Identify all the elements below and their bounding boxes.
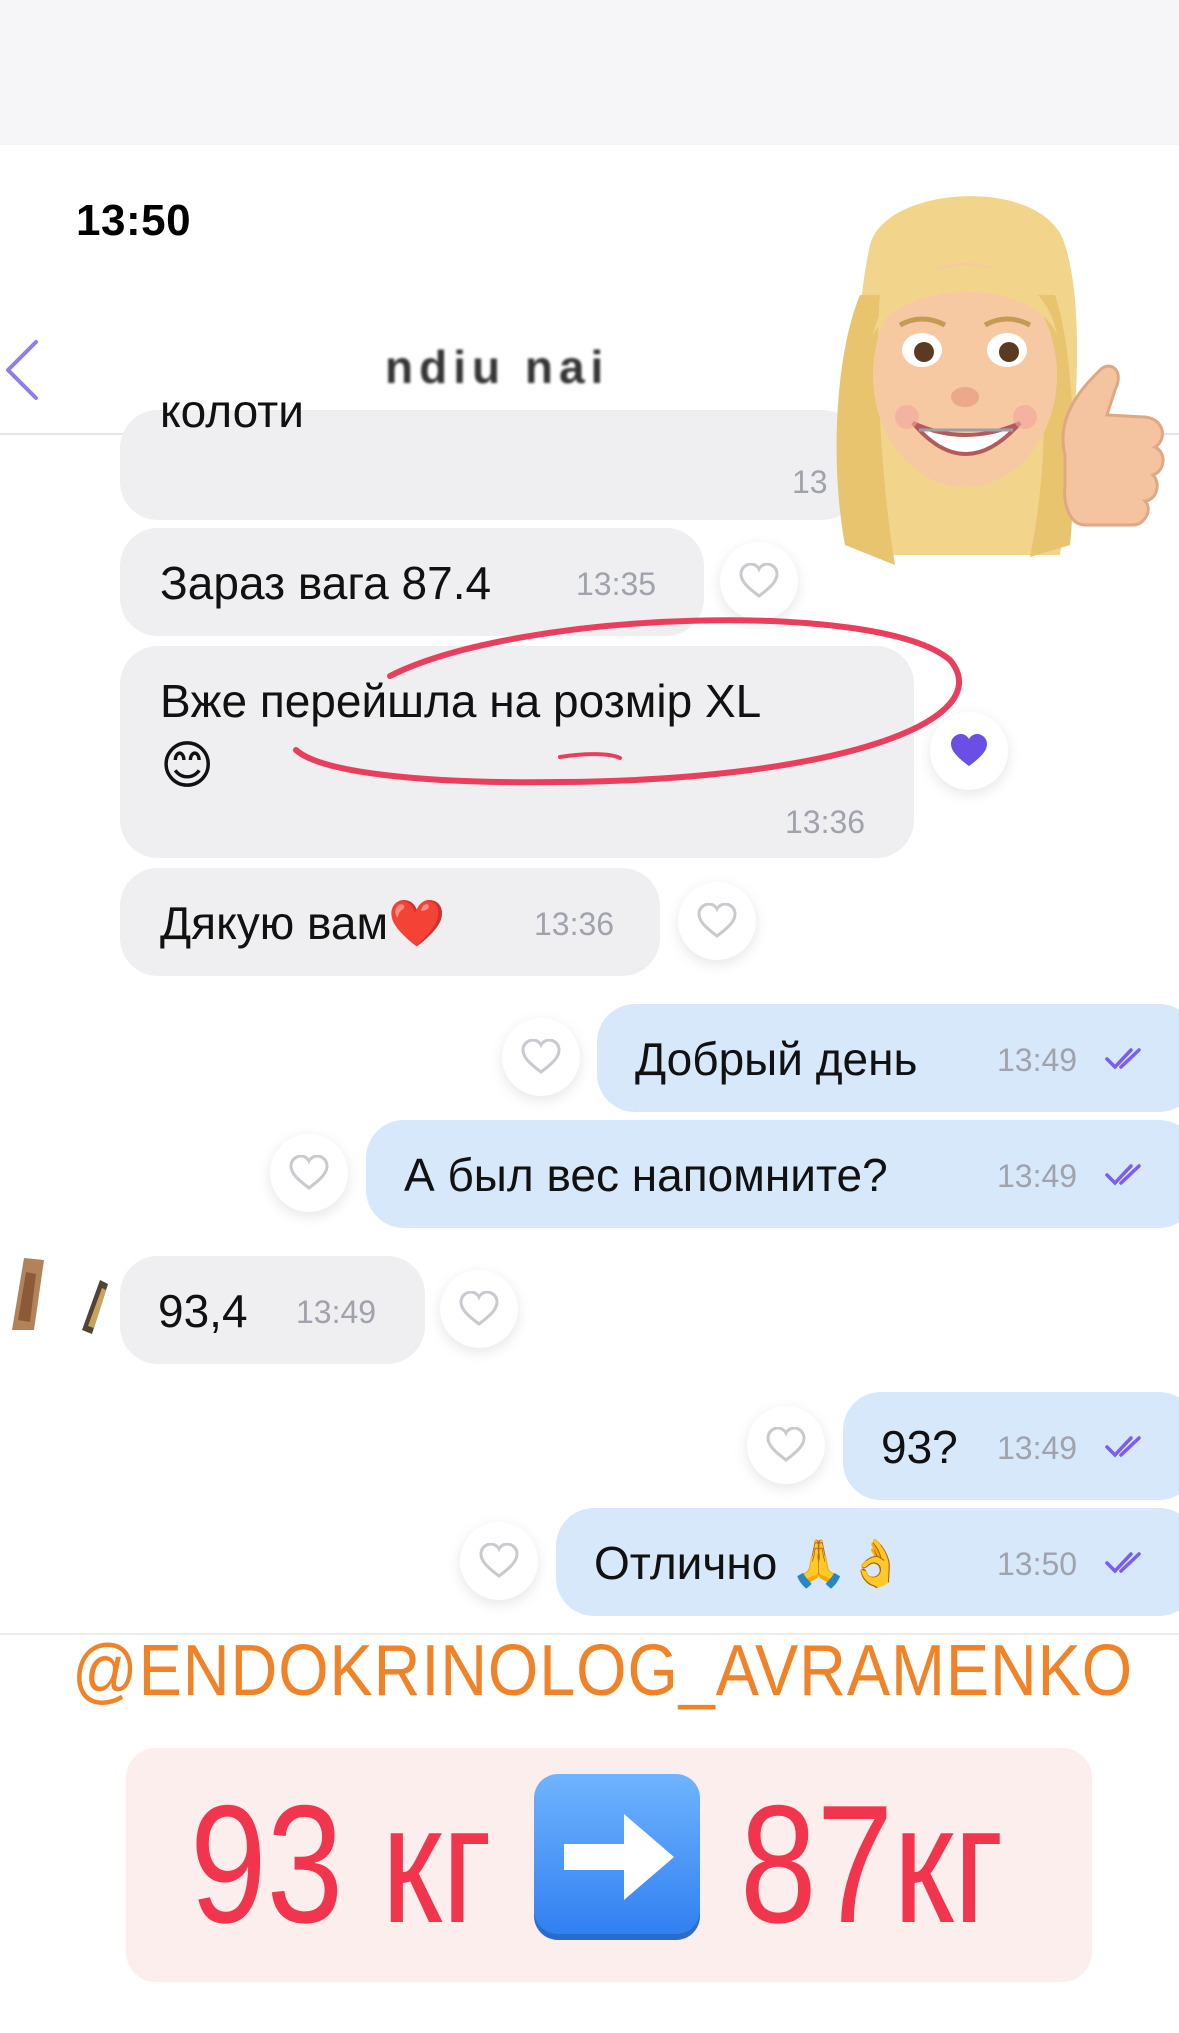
read-ticks-icon [1105, 1048, 1141, 1070]
heart-icon [521, 1039, 561, 1074]
like-button[interactable] [270, 1134, 348, 1212]
weight-result-banner: 93 кг 87кг [126, 1748, 1092, 1982]
like-button[interactable] [460, 1522, 538, 1600]
read-ticks-icon [1105, 1164, 1141, 1186]
like-button[interactable] [502, 1018, 580, 1096]
message-time: 13:49 [296, 1294, 377, 1330]
avatar-image [12, 1258, 108, 1334]
heart-icon [289, 1155, 329, 1190]
like-button[interactable] [720, 542, 798, 620]
heart-icon [459, 1291, 499, 1326]
back-button[interactable] [0, 330, 60, 410]
heart-icon [479, 1543, 519, 1578]
message-text: 93,4 [158, 1285, 248, 1337]
arrow-right-icon [534, 1774, 700, 1940]
heart-icon [766, 1427, 806, 1462]
heart-icon [739, 563, 779, 598]
message-time: 13:35 [576, 566, 657, 602]
like-button[interactable] [440, 1270, 518, 1348]
message-emoji: 😊 [160, 737, 215, 795]
message-time: 13:49 [997, 1042, 1078, 1078]
memoji-sticker [836, 196, 1165, 565]
chat-title[interactable]: ndiu nai [385, 340, 609, 394]
weight-before: 93 кг [190, 1770, 493, 1958]
message-time: 13:49 [997, 1430, 1078, 1466]
message-time: 13:36 [534, 906, 615, 942]
message-text: Дякую вам❤️ [160, 897, 446, 949]
message-time: 13:36 [785, 804, 866, 840]
purple-heart-icon [951, 734, 987, 766]
reaction-button[interactable] [930, 712, 1008, 790]
message-time: 13:50 [997, 1546, 1078, 1582]
message-bubble[interactable]: Отлично 🙏👌 13:50 [556, 1508, 1179, 1616]
read-ticks-icon [1105, 1552, 1141, 1574]
message-text: 93? [881, 1421, 958, 1473]
status-time: 13:50 [76, 196, 192, 245]
message-bubble[interactable]: 93,4 13:49 [120, 1256, 425, 1364]
message-text: Вже перейшла на розмір XL [160, 675, 762, 727]
message-bubble[interactable]: Добрый день 13:49 [597, 1004, 1179, 1112]
message-text: А был вес напомните? [404, 1149, 888, 1201]
message-bubble[interactable]: А был вес напомните? 13:49 [366, 1120, 1179, 1228]
top-band [0, 0, 1179, 145]
message-time: 13:49 [997, 1158, 1078, 1194]
instagram-handle[interactable]: @ENDOKRINOLOG_AVRAMENKO [72, 1630, 1132, 1712]
message-text: Зараз вага 87.4 [160, 557, 492, 609]
sender-avatar[interactable] [4, 1250, 114, 1340]
message-text: Отлично 🙏👌 [594, 1537, 905, 1589]
message-bubble[interactable]: Вже перейшла на розмір XL 😊 13:36 [120, 646, 914, 858]
heart-icon [697, 903, 737, 938]
read-ticks-icon [1105, 1436, 1141, 1458]
like-button[interactable] [747, 1406, 825, 1484]
message-bubble[interactable]: Зараз вага 87.4 13:35 [120, 528, 704, 636]
chevron-left-icon [6, 340, 38, 400]
message-bubble[interactable]: Дякую вам❤️ 13:36 [120, 868, 660, 976]
message-bubble[interactable]: 93? 13:49 [843, 1392, 1179, 1500]
message-text: Добрый день [635, 1033, 918, 1085]
like-button[interactable] [678, 882, 756, 960]
weight-after: 87кг [740, 1770, 1004, 1958]
message-text: колоти [160, 385, 304, 437]
message-bubble[interactable]: колоти 13 [120, 385, 860, 520]
